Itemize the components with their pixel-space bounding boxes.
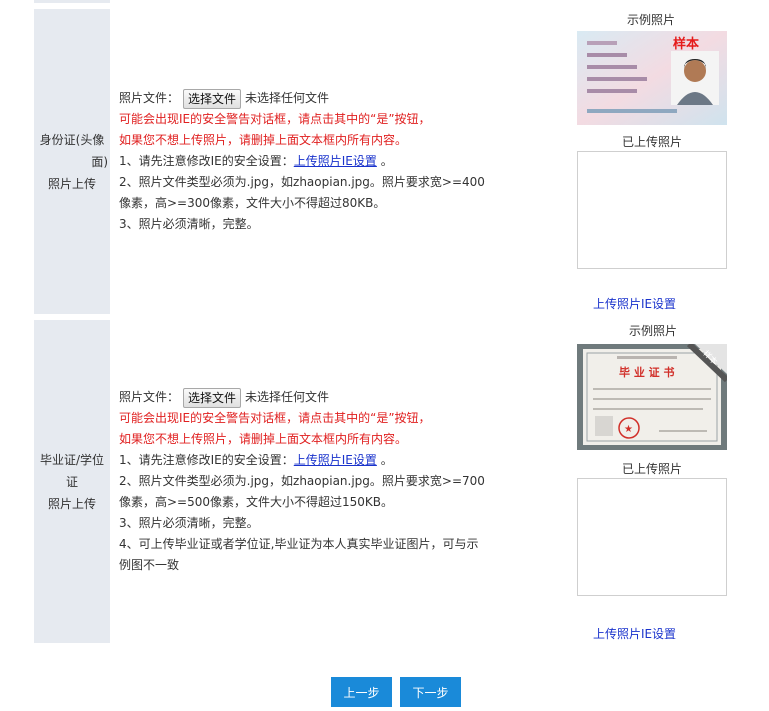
id-card-note-1-suffix: 。 [380,154,393,168]
diploma-preview-column: 示例照片 毕 业 证 书 ★ 样本 已上传照片 [577,322,730,596]
diploma-label-line1: 毕业证/学位证 [39,452,105,489]
diploma-note-1: 1、请先注意修改IE的安全设置：上传照片IE设置 。 [119,450,489,471]
id-card-uploaded-caption: 已上传照片 [621,135,682,149]
diploma-file-label: 照片文件： [119,390,180,404]
svg-text:★: ★ [624,424,633,435]
id-card-file-label: 照片文件： [119,91,180,105]
id-card-note-3: 3、照片必须清晰，完整。 [119,217,259,231]
id-card-preview-column: 示例照片 样本 已上传照片 [577,11,727,269]
id-card-sample-stamp: 样本 [673,36,699,52]
id-card-file-status: 未选择任何文件 [245,91,330,105]
id-card-instructions: 照片文件： 选择文件 未选择任何文件 可能会出现IE的安全警告对话框，请点击其中… [119,88,489,235]
id-card-label-cell: 身份证(头像 面) 照片上传 [34,9,110,314]
diploma-file-row: 照片文件： 选择文件 未选择任何文件 [119,387,489,408]
diploma-note-1-prefix: 1、请先注意修改IE的安全设置： [119,453,294,467]
diploma-label-cell: 毕业证/学位证 照片上传 [34,320,110,643]
diploma-ie-settings-link[interactable]: 上传照片IE设置 [294,453,377,467]
id-card-ie-settings-link-bottom[interactable]: 上传照片IE设置 [577,295,692,312]
diploma-uploaded-caption: 已上传照片 [621,462,682,476]
diploma-warning-2: 如果您不想上传照片，请删掉上面文本框内所有内容。 [119,432,408,446]
id-card-label-line2: 面) [91,154,108,169]
diploma-choose-file-button[interactable]: 选择文件 [183,387,242,408]
diploma-note-4a: 4、可上传毕业证或者学位证,毕业证为本人真实毕业证图片，可与示 [119,537,479,551]
id-card-note-2b: 像素，高>=300像素，文件大小不得超过80KB。 [119,196,386,210]
diploma-label-line2: 照片上传 [47,496,96,511]
diploma-ie-settings-link-bottom[interactable]: 上传照片IE设置 [577,625,692,642]
diploma-note-2b: 像素，高>=500像素，文件大小不得超过150KB。 [119,495,394,509]
diploma-sample-caption: 示例照片 [628,324,677,338]
previous-step-button[interactable]: 上一步 [331,677,392,707]
id-card-label-line3: 照片上传 [47,176,96,191]
id-card-note-1: 1、请先注意修改IE的安全设置：上传照片IE设置 。 [119,151,489,172]
id-card-warning-2: 如果您不想上传照片，请删掉上面文本框内所有内容。 [119,133,408,147]
id-card-file-row: 照片文件： 选择文件 未选择任何文件 [119,88,489,109]
diploma-note-4b: 例图不一致 [119,558,180,572]
diploma-uploaded-photo-box [577,478,727,596]
id-card-sample-caption: 示例照片 [626,13,675,27]
id-card-warning-1: 可能会出现IE的安全警告对话框，请点击其中的“是”按钮， [119,112,431,126]
id-card-label-line1: 身份证(头像 [39,132,105,147]
id-card-uploaded-photo-box [577,151,727,269]
diploma-note-3: 3、照片必须清晰，完整。 [119,516,259,530]
diploma-cert-title: 毕 业 证 书 [619,365,675,379]
id-card-sample-image: 样本 [577,31,727,125]
diploma-instructions: 照片文件： 选择文件 未选择任何文件 可能会出现IE的安全警告对话框，请点击其中… [119,387,489,576]
id-card-note-2a: 2、照片文件类型必须为.jpg，如zhaopian.jpg。照片要求宽>=400 [119,175,485,189]
next-step-button[interactable]: 下一步 [400,677,461,707]
id-card-choose-file-button[interactable]: 选择文件 [183,88,242,109]
diploma-sample-image: 毕 业 证 书 ★ 样本 [577,341,730,450]
id-card-note-1-prefix: 1、请先注意修改IE的安全设置： [119,154,294,168]
diploma-note-1-suffix: 。 [380,453,393,467]
diploma-note-2a: 2、照片文件类型必须为.jpg，如zhaopian.jpg。照片要求宽>=700 [119,474,485,488]
id-card-ie-settings-link[interactable]: 上传照片IE设置 [294,154,377,168]
previous-row-label-cell [34,0,110,3]
diploma-warning-1: 可能会出现IE的安全警告对话框，请点击其中的“是”按钮， [119,411,431,425]
diploma-file-status: 未选择任何文件 [245,390,330,404]
